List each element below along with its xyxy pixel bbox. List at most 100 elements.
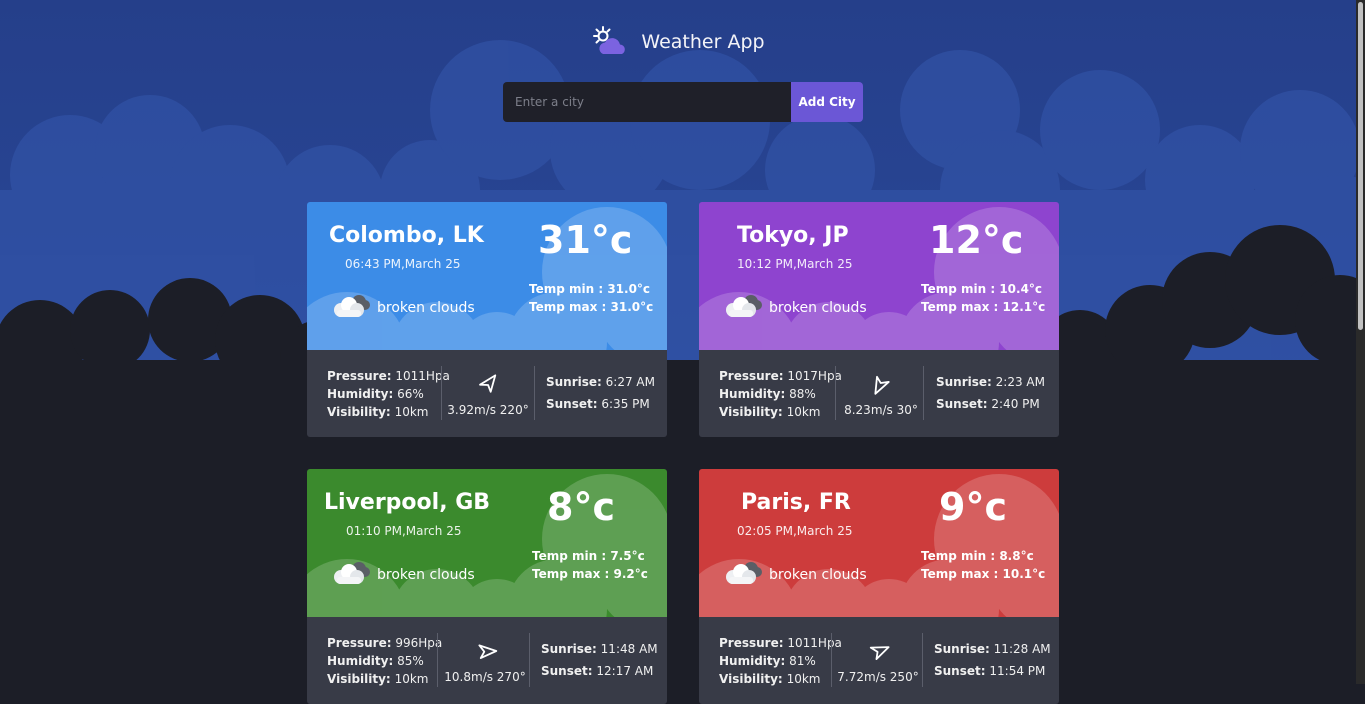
condition-text: broken clouds [377,300,475,316]
temp-max-label: Temp max : [529,300,607,314]
temp-min-value: 7.5°c [610,549,645,563]
visibility-value: 10km [394,405,429,419]
humidity-value: 81% [789,654,816,668]
condition: broken clouds [721,559,867,591]
temp-max-value: 12.1°c [1002,300,1046,314]
divider [529,633,530,687]
condition: broken clouds [721,292,867,324]
card-details: Pressure: 1011Hpa Humidity: 81% Visibili… [699,617,1059,704]
add-city-button[interactable]: Add City [791,82,863,122]
sunset-value: 11:54 PM [989,664,1046,678]
wind-info: 3.92m/s 220° [442,372,534,417]
condition-text: broken clouds [377,567,475,583]
divider [923,366,924,420]
temp-min-label: Temp min : [921,549,996,563]
city-card: Tokyo, JP 10:12 PM,March 25 12°c broken … [699,202,1059,437]
sunset-label: Sunset: [546,397,598,411]
humidity-label: Humidity: [327,654,394,668]
sunrise-label: Sunrise: [541,642,597,656]
temp-max-value: 9.2°c [613,567,648,581]
temp-max-value: 10.1°c [1002,567,1046,581]
card-details: Pressure: 1017Hpa Humidity: 88% Visibili… [699,350,1059,437]
card-header: Paris, FR 02:05 PM,March 25 9°c broken c… [699,469,1059,617]
broken-clouds-icon [721,559,765,591]
sunrise-label: Sunrise: [934,642,990,656]
divider [437,633,438,687]
pressure-label: Pressure: [327,369,392,383]
humidity-label: Humidity: [719,654,786,668]
humidity-label: Humidity: [719,387,786,401]
city-name: Liverpool, GB [324,490,491,515]
card-header: Colombo, LK 06:43 PM,March 25 31°c broke… [307,202,667,350]
wind-value: 3.92m/s 220° [447,403,529,417]
sunset-value: 2:40 PM [991,397,1040,411]
condition-text: broken clouds [769,300,867,316]
divider [534,366,535,420]
temp-min-label: Temp min : [532,549,607,563]
sunset-label: Sunset: [936,397,988,411]
pressure-value: 1017Hpa [787,369,842,383]
local-time: 06:43 PM,March 25 [345,257,461,271]
condition: broken clouds [329,559,475,591]
sunrise-label: Sunrise: [546,375,602,389]
atmosphere-info: Pressure: 1011Hpa Humidity: 81% Visibili… [719,634,842,688]
sunrise-value: 11:48 AM [600,642,658,656]
city-card: Liverpool, GB 01:10 PM,March 25 8°c brok… [307,469,667,704]
card-header: Tokyo, JP 10:12 PM,March 25 12°c broken … [699,202,1059,350]
temperature: 31°c [538,218,633,262]
sun-times: Sunrise: 6:27 AM Sunset: 6:35 PM [546,371,655,415]
pressure-label: Pressure: [719,369,784,383]
sunset-value: 12:17 AM [596,664,654,678]
temp-max-label: Temp max : [532,567,610,581]
page-scrollbar[interactable] [1356,0,1365,684]
wind-direction-icon [442,372,534,399]
sunrise-value: 2:23 AM [995,375,1045,389]
wind-direction-icon [832,639,924,666]
temp-range: Temp min : 10.4°c Temp max : 12.1°c [921,280,1045,316]
humidity-label: Humidity: [327,387,394,401]
visibility-label: Visibility: [327,405,391,419]
condition: broken clouds [329,292,475,324]
temp-max-label: Temp max : [921,300,999,314]
temp-min-label: Temp min : [529,282,604,296]
wind-value: 10.8m/s 270° [444,670,526,684]
sunset-label: Sunset: [934,664,986,678]
wind-value: 7.72m/s 250° [837,670,919,684]
sun-times: Sunrise: 11:48 AM Sunset: 12:17 AM [541,638,658,682]
atmosphere-info: Pressure: 1017Hpa Humidity: 88% Visibili… [719,367,842,421]
card-details: Pressure: 1011Hpa Humidity: 66% Visibili… [307,350,667,437]
temp-min-value: 10.4°c [999,282,1043,296]
city-name: Colombo, LK [329,223,484,248]
broken-clouds-icon [721,292,765,324]
temp-min-value: 8.8°c [999,549,1034,563]
sun-times: Sunrise: 11:28 AM Sunset: 11:54 PM [934,638,1051,682]
visibility-label: Visibility: [719,405,783,419]
city-name: Paris, FR [741,490,851,515]
wind-value: 8.23m/s 30° [844,403,918,417]
broken-clouds-icon [329,292,373,324]
temp-range: Temp min : 8.8°c Temp max : 10.1°c [921,547,1045,583]
pressure-label: Pressure: [327,636,392,650]
pressure-label: Pressure: [719,636,784,650]
wind-direction-icon [439,639,531,666]
humidity-value: 88% [789,387,816,401]
wind-direction-icon [835,372,927,399]
sunset-label: Sunset: [541,664,593,678]
search-bar: Add City [503,82,863,122]
temp-max-value: 31.0°c [610,300,654,314]
sun-times: Sunrise: 2:23 AM Sunset: 2:40 PM [936,371,1045,415]
city-input[interactable] [503,82,791,122]
scrollbar-thumb[interactable] [1358,2,1363,330]
card-header: Liverpool, GB 01:10 PM,March 25 8°c brok… [307,469,667,617]
visibility-value: 10km [786,405,821,419]
local-time: 01:10 PM,March 25 [346,524,462,538]
broken-clouds-icon [329,559,373,591]
temp-min-value: 31.0°c [607,282,651,296]
pressure-value: 996Hpa [395,636,443,650]
temp-max-label: Temp max : [921,567,999,581]
city-card: Colombo, LK 06:43 PM,March 25 31°c broke… [307,202,667,437]
divider [922,633,923,687]
sunset-value: 6:35 PM [601,397,650,411]
city-card: Paris, FR 02:05 PM,March 25 9°c broken c… [699,469,1059,704]
wind-info: 7.72m/s 250° [832,639,924,684]
